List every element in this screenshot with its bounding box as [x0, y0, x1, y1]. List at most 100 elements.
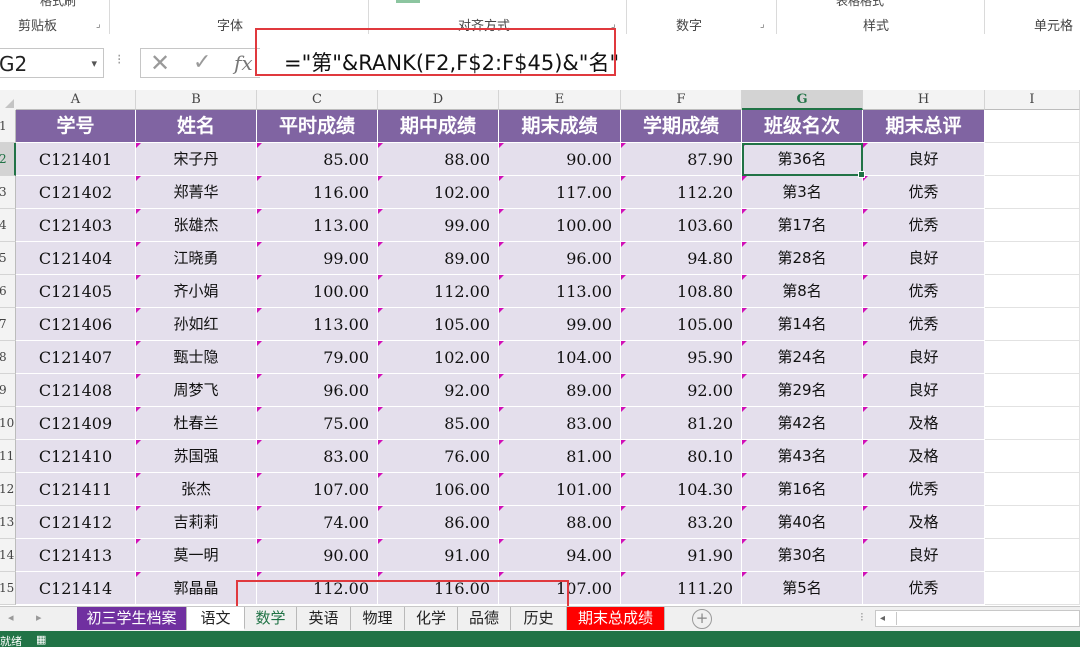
number-launcher-icon[interactable]: ⌟: [760, 19, 765, 30]
table-cell[interactable]: 88.00: [499, 506, 621, 539]
empty-cell[interactable]: [985, 209, 1080, 242]
table-cell[interactable]: 及格: [863, 440, 985, 473]
table-cell[interactable]: 107.00: [257, 473, 378, 506]
empty-cell[interactable]: [985, 143, 1080, 176]
column-header-i[interactable]: I: [985, 90, 1080, 110]
empty-cell[interactable]: [985, 539, 1080, 572]
table-cell[interactable]: 郑菁华: [136, 176, 257, 209]
row-header[interactable]: 15: [0, 572, 16, 605]
table-cell[interactable]: 第36名: [742, 143, 863, 176]
empty-cell[interactable]: [985, 341, 1080, 374]
column-header-f[interactable]: F: [621, 90, 742, 110]
table-cell[interactable]: C121405: [16, 275, 136, 308]
table-cell[interactable]: 宋子丹: [136, 143, 257, 176]
table-cell[interactable]: C121408: [16, 374, 136, 407]
table-cell[interactable]: 91.00: [378, 539, 499, 572]
row-header[interactable]: 12: [0, 473, 16, 506]
table-cell[interactable]: 第24名: [742, 341, 863, 374]
tab-history[interactable]: 历史: [511, 607, 567, 630]
table-header-cell[interactable]: 期中成绩: [378, 110, 499, 143]
row-header[interactable]: 2: [0, 143, 16, 176]
empty-cell[interactable]: [985, 275, 1080, 308]
table-cell[interactable]: 第3名: [742, 176, 863, 209]
table-cell[interactable]: C121403: [16, 209, 136, 242]
table-cell[interactable]: 106.00: [378, 473, 499, 506]
table-cell[interactable]: C121412: [16, 506, 136, 539]
table-cell[interactable]: 101.00: [499, 473, 621, 506]
table-cell[interactable]: C121407: [16, 341, 136, 374]
table-cell[interactable]: 100.00: [257, 275, 378, 308]
clipboard-launcher-icon[interactable]: ⌟: [96, 19, 101, 30]
row-header[interactable]: 9: [0, 374, 16, 407]
name-box[interactable]: G2 ▾: [0, 48, 104, 78]
table-cell[interactable]: 104.00: [499, 341, 621, 374]
table-cell[interactable]: 优秀: [863, 308, 985, 341]
table-cell[interactable]: 117.00: [499, 176, 621, 209]
table-cell[interactable]: 99.00: [257, 242, 378, 275]
tab-english[interactable]: 英语: [297, 607, 351, 630]
table-cell[interactable]: 113.00: [257, 308, 378, 341]
table-cell[interactable]: 113.00: [499, 275, 621, 308]
tab-morality[interactable]: 品德: [458, 607, 511, 630]
table-cell[interactable]: 张杰: [136, 473, 257, 506]
table-header-cell[interactable]: 学期成绩: [621, 110, 742, 143]
format-painter-button[interactable]: 格式刷: [40, 0, 76, 9]
table-cell[interactable]: 莫一明: [136, 539, 257, 572]
empty-cell[interactable]: [985, 440, 1080, 473]
table-header-cell[interactable]: 期末总评: [863, 110, 985, 143]
table-cell[interactable]: 及格: [863, 506, 985, 539]
table-cell[interactable]: 116.00: [257, 176, 378, 209]
table-cell[interactable]: 112.20: [621, 176, 742, 209]
table-cell[interactable]: C121406: [16, 308, 136, 341]
tab-chemistry[interactable]: 化学: [405, 607, 458, 630]
table-cell[interactable]: 第40名: [742, 506, 863, 539]
table-cell[interactable]: 94.80: [621, 242, 742, 275]
enter-icon[interactable]: ✓: [193, 48, 211, 78]
tab-chinese[interactable]: 语文: [187, 607, 245, 630]
table-cell[interactable]: 86.00: [378, 506, 499, 539]
table-cell[interactable]: 99.00: [378, 209, 499, 242]
column-header-a[interactable]: A: [16, 90, 136, 110]
row-header[interactable]: 4: [0, 209, 16, 242]
table-cell[interactable]: 张雄杰: [136, 209, 257, 242]
table-cell[interactable]: C121404: [16, 242, 136, 275]
row-header[interactable]: 13: [0, 506, 16, 539]
table-cell[interactable]: 甄士隐: [136, 341, 257, 374]
tab-student-archive[interactable]: 初三学生档案: [77, 607, 187, 630]
table-cell[interactable]: 83.20: [621, 506, 742, 539]
empty-cell[interactable]: [985, 473, 1080, 506]
table-cell[interactable]: 108.80: [621, 275, 742, 308]
row-header[interactable]: 5: [0, 242, 16, 275]
table-cell[interactable]: 85.00: [257, 143, 378, 176]
table-cell[interactable]: 113.00: [257, 209, 378, 242]
table-cell[interactable]: 74.00: [257, 506, 378, 539]
table-cell[interactable]: C121409: [16, 407, 136, 440]
table-cell[interactable]: 第42名: [742, 407, 863, 440]
select-all-corner[interactable]: [0, 90, 17, 111]
table-cell[interactable]: C121410: [16, 440, 136, 473]
table-cell[interactable]: 第43名: [742, 440, 863, 473]
table-cell[interactable]: 优秀: [863, 176, 985, 209]
table-cell[interactable]: 79.00: [257, 341, 378, 374]
table-cell[interactable]: 100.00: [499, 209, 621, 242]
empty-cell[interactable]: [985, 407, 1080, 440]
table-cell[interactable]: 111.20: [621, 572, 742, 605]
table-cell[interactable]: 杜春兰: [136, 407, 257, 440]
column-header-c[interactable]: C: [257, 90, 378, 110]
table-cell[interactable]: 第14名: [742, 308, 863, 341]
table-cell[interactable]: 104.30: [621, 473, 742, 506]
row-header[interactable]: 1: [0, 110, 16, 143]
empty-cell[interactable]: [985, 506, 1080, 539]
table-cell[interactable]: 第29名: [742, 374, 863, 407]
table-cell[interactable]: 83.00: [257, 440, 378, 473]
table-cell[interactable]: 苏国强: [136, 440, 257, 473]
column-header-d[interactable]: D: [378, 90, 499, 110]
table-cell[interactable]: 94.00: [499, 539, 621, 572]
column-header-e[interactable]: E: [499, 90, 621, 110]
row-header[interactable]: 8: [0, 341, 16, 374]
add-sheet-icon[interactable]: +: [692, 609, 712, 629]
table-cell[interactable]: 优秀: [863, 275, 985, 308]
table-cell[interactable]: 周梦飞: [136, 374, 257, 407]
table-cell[interactable]: 吉莉莉: [136, 506, 257, 539]
tab-math[interactable]: 数学: [245, 607, 297, 630]
